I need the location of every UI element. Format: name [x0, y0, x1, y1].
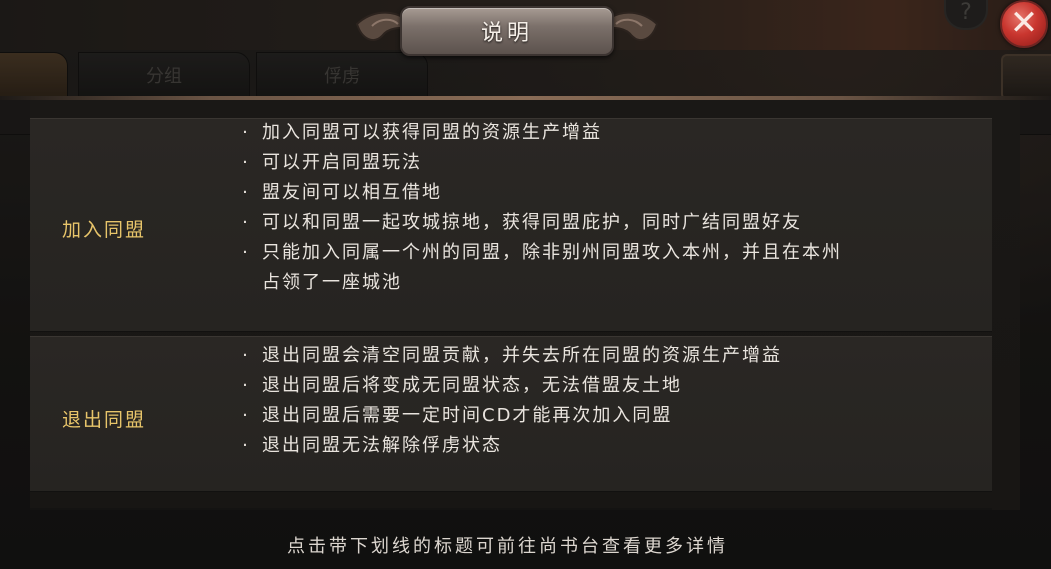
rule-text: 退出同盟会清空同盟贡献，并失去所在同盟的资源生产增益 — [262, 345, 782, 366]
rule-text: 盟友间可以相互借地 — [262, 182, 442, 203]
bullet-icon: · — [242, 212, 250, 233]
footer-hint: 点击带下划线的标题可前往尚书台查看更多详情 — [287, 536, 728, 557]
bullet-icon: · — [242, 375, 250, 396]
rule-text: 退出同盟后需要一定时间CD才能再次加入同盟 — [262, 405, 673, 426]
bullet-icon: · — [242, 242, 250, 263]
bullet-icon: · — [242, 345, 250, 366]
close-button[interactable]: ✕ — [1000, 0, 1048, 48]
bullet-icon: · — [242, 435, 250, 456]
join-rules-list: · 加入同盟可以获得同盟的资源生产增益 · 可以开启同盟玩法 · 盟友间可以相互借地 … — [230, 118, 850, 298]
game-screen: 分组 俘虏 ? 说明 ✕ 加入同盟 · 加入同盟可以获得同盟的资源生产增益 · 可以… — [0, 0, 1051, 569]
section-leave-alliance: 退出同盟 · 退出同盟会清空同盟贡献，并失去所在同盟的资源生产增益 · 退出同盟后将… — [30, 336, 992, 492]
rule-text: 加入同盟可以获得同盟的资源生产增益 — [262, 122, 602, 143]
rule-text: 退出同盟无法解除俘虏状态 — [262, 435, 502, 456]
list-item: · 可以开启同盟玩法 — [230, 148, 850, 178]
section-title-join[interactable]: 加入同盟 — [62, 215, 146, 242]
rule-text: 可以开启同盟玩法 — [262, 152, 422, 173]
list-item: · 可以和同盟一起攻城掠地，获得同盟庇护，同时广结同盟好友 — [230, 208, 850, 238]
list-item: · 加入同盟可以获得同盟的资源生产增益 — [230, 118, 850, 148]
list-item: · 只能加入同属一个州的同盟，除非别州同盟攻入本州，并且在本州占领了一座城池 — [230, 238, 850, 298]
rule-text: 可以和同盟一起攻城掠地，获得同盟庇护，同时广结同盟好友 — [262, 212, 802, 233]
dialog-title: 说明 — [400, 6, 614, 56]
list-item: · 盟友间可以相互借地 — [230, 178, 850, 208]
list-item: · 退出同盟无法解除俘虏状态 — [230, 431, 850, 461]
close-icon: ✕ — [1009, 3, 1039, 43]
bullet-icon: · — [242, 122, 250, 143]
bullet-icon: · — [242, 152, 250, 173]
dialog-bottom-divider — [30, 508, 992, 510]
list-item: · 退出同盟会清空同盟贡献，并失去所在同盟的资源生产增益 — [230, 341, 850, 371]
list-item: · 退出同盟后将变成无同盟状态，无法借盟友土地 — [230, 371, 850, 401]
rule-text: 退出同盟后将变成无同盟状态，无法借盟友土地 — [262, 375, 682, 396]
leave-rules-list: · 退出同盟会清空同盟贡献，并失去所在同盟的资源生产增益 · 退出同盟后将变成无同盟… — [230, 341, 850, 461]
bullet-icon: · — [242, 182, 250, 203]
section-join-alliance: 加入同盟 · 加入同盟可以获得同盟的资源生产增益 · 可以开启同盟玩法 · 盟友间可以… — [30, 118, 992, 332]
bullet-icon: · — [242, 405, 250, 426]
list-item: · 退出同盟后需要一定时间CD才能再次加入同盟 — [230, 401, 850, 431]
section-title-leave[interactable]: 退出同盟 — [62, 405, 146, 432]
rule-text: 只能加入同属一个州的同盟，除非别州同盟攻入本州，并且在本州占领了一座城池 — [262, 242, 842, 293]
